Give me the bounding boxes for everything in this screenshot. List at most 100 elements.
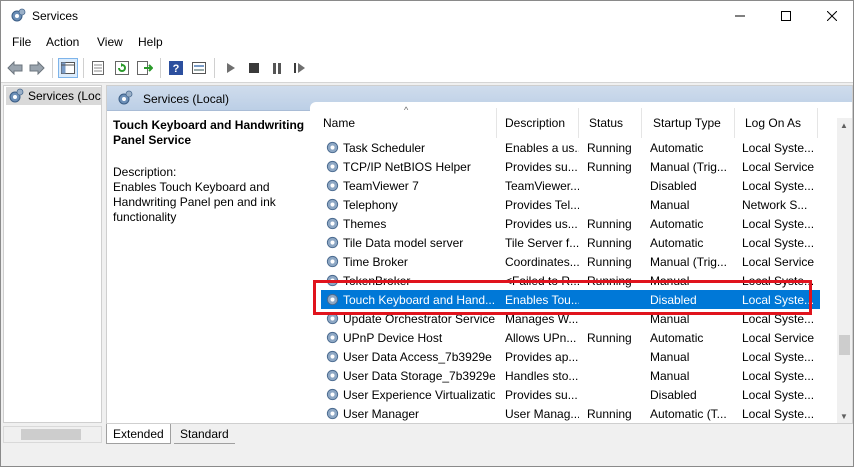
table-row[interactable]: Telephony Provides Tel... Manual Network S.… <box>310 195 823 214</box>
table-cell-description: Provides us... <box>505 217 578 231</box>
menu-help[interactable]: Help <box>138 35 163 49</box>
help-button[interactable]: ? <box>166 58 186 78</box>
service-gear-icon <box>326 388 339 401</box>
toolbar: ? <box>1 53 853 83</box>
close-button[interactable] <box>809 1 854 31</box>
service-gear-icon <box>326 236 339 249</box>
table-cell-startup-type: Manual <box>650 198 690 212</box>
service-gear-icon <box>326 350 339 363</box>
table-row[interactable]: User Experience Virtualizatio... Provides… <box>310 385 823 404</box>
table-cell-name: Task Scheduler <box>343 141 426 155</box>
table-cell-name: User Manager <box>343 407 420 421</box>
column-header-description[interactable]: Description <box>497 108 579 138</box>
view-button[interactable] <box>189 58 209 78</box>
maximize-icon <box>781 11 791 21</box>
service-gear-icon <box>326 160 339 173</box>
properties-button[interactable] <box>88 58 108 78</box>
menu-action[interactable]: Action <box>46 35 79 49</box>
column-header-log-on-as[interactable]: Log On As <box>735 108 818 138</box>
scroll-up-arrow-icon[interactable]: ▲ <box>840 121 848 130</box>
menu-view[interactable]: View <box>97 35 123 49</box>
view-icon <box>192 62 206 74</box>
minimize-button[interactable] <box>717 1 763 31</box>
tab-extended[interactable]: Extended <box>106 424 171 444</box>
show-hide-tree-icon <box>61 62 75 74</box>
table-cell-log-on-as: Local Service <box>742 255 815 269</box>
table-cell-startup-type: Automatic <box>650 236 704 250</box>
scroll-down-arrow-icon[interactable]: ▼ <box>840 412 848 421</box>
pause-service-button[interactable] <box>267 58 287 78</box>
column-header-startup-type[interactable]: Startup Type <box>642 108 735 138</box>
detail-service-name: Touch Keyboard and Handwriting Panel Ser… <box>113 118 305 147</box>
table-cell-description: TeamViewer... <box>505 179 579 193</box>
column-header-status[interactable]: Status <box>579 108 642 138</box>
table-cell-description: Coordinates... <box>505 255 579 269</box>
table-cell-log-on-as: Local Syste... <box>742 350 815 364</box>
services-window: Services File Action View Help ? Service… <box>0 0 854 467</box>
table-row[interactable]: User Manager User Manag... Running Automati… <box>310 404 823 423</box>
pane-title: Services (Local) <box>143 92 230 106</box>
maximize-button[interactable] <box>763 1 809 31</box>
table-row[interactable]: Time Broker Coordinates... Running Manual (… <box>310 252 823 271</box>
detail-description: Enables Touch Keyboard and Handwriting P… <box>113 180 276 224</box>
stop-service-button[interactable] <box>244 58 264 78</box>
table-row[interactable]: UPnP Device Host Allows UPn... Running Auto… <box>310 328 823 347</box>
table-cell-startup-type: Automatic (T... <box>650 407 727 421</box>
services-gear-icon <box>9 88 24 103</box>
service-gear-icon <box>326 255 339 268</box>
list-vertical-scrollbar[interactable]: ▲ ▼ <box>837 118 852 423</box>
show-hide-tree-button[interactable] <box>58 58 78 78</box>
service-gear-icon <box>326 407 339 420</box>
table-cell-description: User Manag... <box>505 407 579 421</box>
table-row[interactable]: Themes Provides us... Running Automatic Loca… <box>310 214 823 233</box>
table-cell-log-on-as: Local Syste... <box>742 179 815 193</box>
service-gear-icon <box>326 198 339 211</box>
forward-button[interactable] <box>27 58 47 78</box>
table-cell-startup-type: Automatic <box>650 331 704 345</box>
scrollbar-thumb[interactable] <box>839 335 850 355</box>
table-cell-log-on-as: Local Syste... <box>742 141 815 155</box>
services-gear-icon <box>118 90 133 105</box>
help-icon: ? <box>169 61 183 75</box>
table-row[interactable]: TeamViewer 7 TeamViewer... Disabled Local S… <box>310 176 823 195</box>
table-row[interactable]: User Data Storage_7b3929e Handles sto... M… <box>310 366 823 385</box>
service-gear-icon <box>326 217 339 230</box>
back-button[interactable] <box>5 58 25 78</box>
table-cell-description: Provides su... <box>505 388 578 402</box>
service-gear-icon <box>326 331 339 344</box>
table-cell-log-on-as: Local Syste... <box>742 388 815 402</box>
restart-service-button[interactable] <box>290 58 310 78</box>
table-cell-name: Telephony <box>343 198 398 212</box>
table-cell-log-on-as: Local Syste... <box>742 407 815 421</box>
table-row[interactable]: Task Scheduler Enables a us... Running Auto… <box>310 138 823 157</box>
tree-horizontal-scrollbar[interactable] <box>3 426 102 443</box>
tree-item-services-local[interactable]: Services (Local) <box>6 87 101 105</box>
table-cell-log-on-as: Local Syste... <box>742 369 815 383</box>
scrollbar-thumb[interactable] <box>21 429 81 440</box>
export-button[interactable] <box>135 58 155 78</box>
menu-file[interactable]: File <box>12 35 31 49</box>
table-cell-status: Running <box>587 331 632 345</box>
view-tabs: Extended Standard <box>106 424 406 444</box>
table-cell-log-on-as: Local Syste... <box>742 236 815 250</box>
service-gear-icon <box>326 141 339 154</box>
highlight-annotation-box <box>313 280 812 315</box>
table-cell-name: User Experience Virtualizatio... <box>343 388 495 402</box>
table-cell-name: TCP/IP NetBIOS Helper <box>343 160 471 174</box>
refresh-button[interactable] <box>112 58 132 78</box>
table-cell-startup-type: Disabled <box>650 179 697 193</box>
table-cell-startup-type: Manual <box>650 350 690 364</box>
console-tree: Services (Local) <box>3 85 102 423</box>
tab-standard[interactable]: Standard <box>174 424 235 444</box>
close-icon <box>827 11 837 21</box>
table-cell-name: Tile Data model server <box>343 236 464 250</box>
sort-ascending-icon: ^ <box>404 105 409 115</box>
minimize-icon <box>735 15 745 17</box>
column-header-name[interactable]: ^ Name <box>310 105 497 138</box>
table-row[interactable]: Tile Data model server Tile Server f... Ru… <box>310 233 823 252</box>
refresh-icon <box>115 61 129 75</box>
table-row[interactable]: TCP/IP NetBIOS Helper Provides su... Runni… <box>310 157 823 176</box>
table-row[interactable]: User Data Access_7b3929e Provides ap... Ma… <box>310 347 823 366</box>
table-cell-name: TeamViewer 7 <box>343 179 419 193</box>
start-service-button[interactable] <box>221 58 241 78</box>
